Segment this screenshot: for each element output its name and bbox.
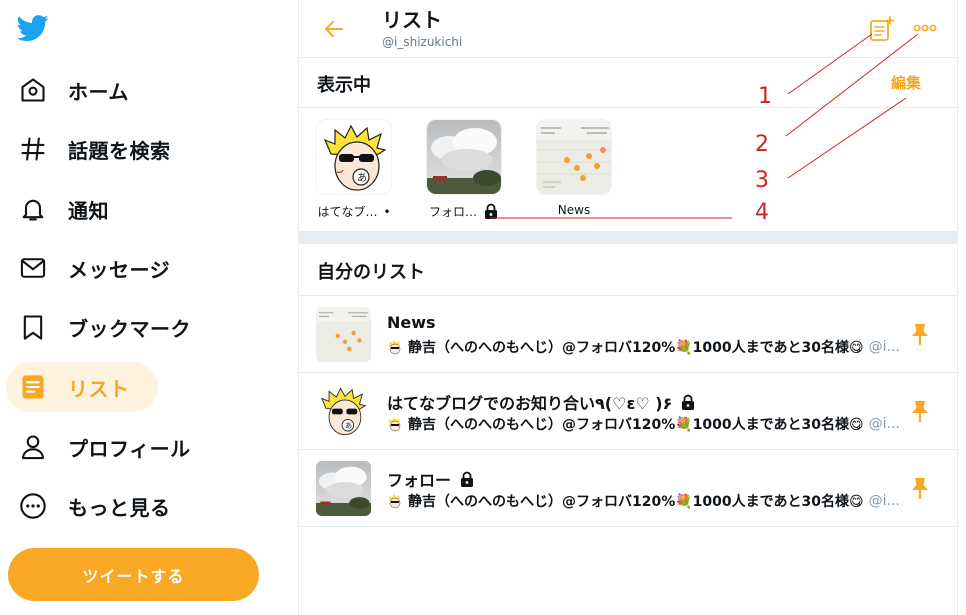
- sidebar-item-label: プロフィール: [68, 436, 191, 461]
- sidebar-item-notifications[interactable]: 通知: [6, 184, 121, 234]
- main-column: リスト @i_shizukichi 表示中 編集 あ はてなブ… • フォロ… …: [298, 0, 958, 615]
- owner-handle: @i...: [868, 493, 900, 509]
- pinned-list-label: はてなブ…: [317, 205, 378, 219]
- owner-avatar: [387, 416, 403, 432]
- sidebar-item-more[interactable]: もっと見る: [6, 481, 183, 531]
- svg-text:あ: あ: [357, 172, 367, 184]
- annotation-number: 1: [758, 84, 772, 109]
- owner-name: 静吉（へのへのもへじ）@フォロバ120%💐1000人まであと30名様😋: [408, 494, 864, 510]
- back-arrow-icon[interactable]: [319, 14, 349, 44]
- sidebar-item-home[interactable]: ホーム: [6, 65, 141, 115]
- bell-icon: [18, 194, 48, 224]
- bookmark-icon: [18, 312, 48, 342]
- pinned-lists-row: あ はてなブ… • フォロ… News: [299, 108, 958, 231]
- sidebar-item-label: ブックマーク: [68, 316, 191, 341]
- pin-icon[interactable]: [909, 399, 931, 423]
- sidebar-item-label: 通知: [68, 198, 109, 223]
- sidebar-item-label: ホーム: [68, 79, 129, 104]
- pinned-list-item[interactable]: あ はてなブ… •: [308, 119, 400, 220]
- lock-icon: [459, 471, 475, 488]
- owner-avatar: [387, 339, 403, 355]
- clouds-image: [316, 461, 371, 516]
- pin-icon[interactable]: [909, 476, 931, 500]
- new-list-icon[interactable]: [869, 16, 895, 42]
- list-row[interactable]: News 静吉（へのへのもへじ）@フォロバ120%💐1000人まであと30名様😋…: [299, 296, 958, 373]
- list-name: はてなブログでのお知り合い٩(♡ε♡ )۶: [387, 394, 673, 413]
- my-lists-header: 自分のリスト: [299, 244, 958, 296]
- list-name: フォロー: [387, 471, 452, 490]
- hashtag-icon: [18, 134, 48, 164]
- tweet-button[interactable]: ツイートする: [8, 548, 259, 601]
- sidebar-item-lists[interactable]: リスト: [6, 362, 158, 412]
- annotation-number: 3: [755, 168, 769, 193]
- owner-name: 静吉（へのへのもへじ）@フォロバ120%💐1000人まであと30名様😋: [408, 340, 864, 356]
- owner-avatar: [387, 493, 403, 509]
- more-circle-icon: [18, 491, 48, 521]
- pinned-list-item[interactable]: News: [528, 119, 620, 217]
- news-chart-image: [316, 307, 371, 362]
- cartoon-avatar-image: あ: [316, 384, 371, 439]
- sidebar-item-label: リスト: [68, 376, 130, 401]
- sidebar-item-profile[interactable]: プロフィール: [6, 422, 203, 472]
- annotation-number: 2: [755, 132, 769, 157]
- pinned-list-label: フォロ…: [428, 205, 477, 219]
- pinned-list-item[interactable]: フォロ…: [418, 119, 510, 220]
- list-row[interactable]: あ はてなブログでのお知り合い٩(♡ε♡ )۶ 静吉（へのへのもへじ）@フォロバ…: [299, 373, 958, 450]
- section-divider: [299, 231, 958, 244]
- clouds-image: [426, 119, 502, 195]
- pinned-list-suffix: •: [383, 204, 391, 219]
- list-row[interactable]: フォロー 静吉（へのへのもへじ）@フォロバ120%💐1000人まであと30名様😋…: [299, 450, 958, 527]
- page-handle: @i_shizukichi: [382, 35, 463, 49]
- section-title: 表示中: [317, 75, 371, 96]
- sidebar-item-label: 話題を検索: [68, 138, 171, 163]
- sidebar-item-explore[interactable]: 話題を検索: [6, 124, 183, 174]
- mail-icon: [18, 253, 48, 283]
- more-horizontal-icon[interactable]: [912, 20, 940, 36]
- person-icon: [18, 432, 48, 462]
- list-icon: [18, 372, 48, 402]
- owner-name: 静吉（へのへのもへじ）@フォロバ120%💐1000人まであと30名様😋: [408, 417, 864, 433]
- pinned-list-label: News: [557, 203, 591, 217]
- section-title: 自分のリスト: [317, 262, 425, 283]
- sidebar-item-messages[interactable]: メッセージ: [6, 243, 182, 293]
- lock-icon: [680, 394, 696, 411]
- annotation-number: 4: [755, 200, 769, 225]
- cartoon-avatar-image: あ: [316, 119, 392, 195]
- svg-text:あ: あ: [345, 421, 352, 430]
- owner-handle: @i...: [868, 339, 900, 355]
- sidebar: ホーム 話題を検索 通知 メッセージ ブックマーク リスト プロフィール もっと…: [0, 0, 298, 615]
- pin-icon[interactable]: [909, 322, 931, 346]
- home-icon: [18, 75, 48, 105]
- page-title: リスト: [382, 8, 442, 32]
- sidebar-item-label: メッセージ: [68, 257, 171, 282]
- owner-handle: @i...: [868, 416, 900, 432]
- bird-icon[interactable]: [16, 12, 52, 46]
- edit-pinned-link[interactable]: 編集: [891, 72, 921, 93]
- page-header: リスト @i_shizukichi: [299, 0, 958, 58]
- sidebar-item-bookmarks[interactable]: ブックマーク: [6, 302, 203, 352]
- sidebar-item-label: もっと見る: [68, 495, 171, 520]
- list-name: News: [387, 313, 436, 332]
- pinned-lists-header: 表示中 編集: [299, 58, 958, 108]
- news-chart-image: [536, 119, 612, 195]
- lock-icon: [483, 203, 499, 220]
